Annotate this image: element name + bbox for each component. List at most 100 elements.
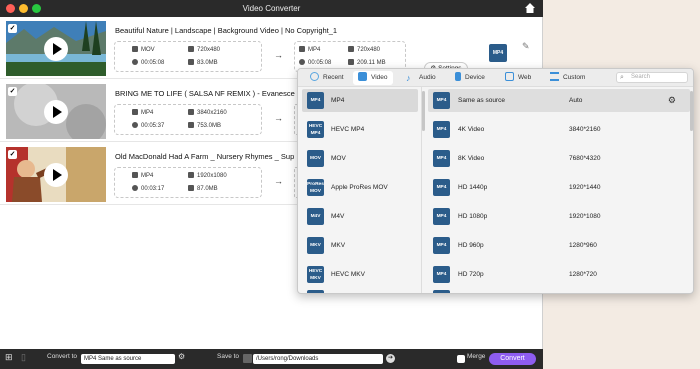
source-format: MP4 <box>132 172 153 179</box>
source-info: MP4 1920x1080 00:03:17 87.0MB <box>114 167 262 198</box>
preset-item[interactable]: MP4 HD 1080p 1920*1080 <box>428 205 690 228</box>
format-search-input[interactable]: Search <box>616 72 688 83</box>
source-resolution: 3840x2160 <box>188 109 227 116</box>
minimize-window-button[interactable] <box>19 4 28 13</box>
merge-checkbox[interactable] <box>457 355 465 363</box>
preset-list: MP4 Same as source Auto ⚙ MP4 4K Video 3840*2… <box>428 87 693 293</box>
film-icon <box>299 46 305 52</box>
zoom-window-button[interactable] <box>32 4 41 13</box>
file-size-icon <box>348 59 354 65</box>
tab-video[interactable]: Video <box>353 71 393 85</box>
source-info: MP4 3840x2160 00:05:37 753.0MB <box>114 104 262 135</box>
bottom-toolbar: ⊞ ▯ Convert to MP4 Same as source ⚙ Save… <box>0 349 543 369</box>
source-duration: 00:05:08 <box>132 59 164 66</box>
mp4-preset-icon: MP4 <box>433 92 450 109</box>
tab-audio[interactable]: ♪ Audio <box>402 71 440 85</box>
preset-item[interactable]: MP4 8K Video 7680*4320 <box>428 147 690 170</box>
output-format-badge[interactable]: MP4 <box>489 44 507 62</box>
video-thumbnail[interactable]: ✓ <box>6 147 106 202</box>
convert-to-select[interactable]: MP4 Same as source <box>81 354 175 364</box>
clock-icon <box>132 59 138 65</box>
preset-item[interactable]: MP4 HD 960p 1280*960 <box>428 234 690 257</box>
source-format: MP4 <box>132 109 153 116</box>
source-size: 753.0MB <box>188 122 221 129</box>
gear-icon[interactable]: ⚙ <box>668 89 676 112</box>
format-item[interactable]: MOV MOV <box>302 147 418 170</box>
mp4-preset-icon: MP4 <box>433 266 450 283</box>
close-window-button[interactable] <box>6 4 15 13</box>
video-title: Beautiful Nature | Landscape | Backgroun… <box>115 26 338 35</box>
preset-item[interactable]: MP4 HD 1440p 1920*1440 <box>428 176 690 199</box>
output-format: MP4 <box>299 46 320 53</box>
tab-web[interactable]: Web <box>501 71 535 85</box>
arrow-right-icon: → <box>274 113 283 123</box>
resolution-icon <box>188 172 194 178</box>
output-settings-gear-icon[interactable]: ⚙ <box>178 352 185 361</box>
resolution-icon <box>348 46 354 52</box>
select-checkbox[interactable]: ✓ <box>8 24 17 33</box>
clock-icon <box>299 59 305 65</box>
preset-item[interactable] <box>428 290 690 293</box>
video-title: Old MacDonald Had A Farm _ Nursery Rhyme… <box>115 152 295 161</box>
video-thumbnail[interactable]: ✓ <box>6 84 106 139</box>
play-icon[interactable] <box>44 100 68 124</box>
file-size-icon <box>188 185 194 191</box>
video-thumbnail[interactable]: ✓ <box>6 21 106 76</box>
play-icon[interactable] <box>44 37 68 61</box>
tab-recent[interactable]: Recent <box>306 71 348 85</box>
convert-to-label: Convert to <box>47 353 77 360</box>
arrow-right-icon: → <box>274 50 283 60</box>
preset-item[interactable]: MP4 Same as source Auto ⚙ <box>428 89 690 112</box>
select-checkbox[interactable]: ✓ <box>8 150 17 159</box>
clock-icon <box>132 185 138 191</box>
preset-item[interactable]: MP4 HD 720p 1280*720 <box>428 263 690 286</box>
mp4-preset-icon: MP4 <box>433 179 450 196</box>
folder-icon[interactable] <box>243 354 252 363</box>
format-list-scrollbar[interactable] <box>422 91 425 131</box>
edit-icon[interactable]: ✎ <box>522 41 530 52</box>
play-icon[interactable] <box>44 163 68 187</box>
tab-device[interactable]: Device <box>451 71 489 85</box>
mp4-preset-icon: MP4 <box>433 237 450 254</box>
video-icon <box>358 72 367 81</box>
clock-icon <box>132 122 138 128</box>
convert-button[interactable]: Convert <box>489 353 536 365</box>
preset-list-scrollbar[interactable] <box>690 91 693 131</box>
save-to-label: Save to <box>217 353 240 360</box>
open-folder-arrow-icon[interactable]: ➔ <box>386 354 395 363</box>
format-item[interactable]: HEVC MP4 HEVC MP4 <box>302 118 418 141</box>
mp4-preset-icon: MP4 <box>433 150 450 167</box>
tab-custom[interactable]: Custom <box>546 71 589 85</box>
format-item[interactable]: MP4 MP4 <box>302 89 418 112</box>
source-format: MOV <box>132 46 155 53</box>
format-item[interactable]: MKV MKV <box>302 234 418 257</box>
film-icon <box>132 46 138 52</box>
resolution-icon <box>188 109 194 115</box>
preset-item[interactable]: MP4 4K Video 3840*2160 <box>428 118 690 141</box>
format-item[interactable] <box>302 290 418 293</box>
file-size-icon <box>188 59 194 65</box>
format-list: MP4 MP4 HEVC MP4 HEVC MP4 MOV MOV ProRes MO… <box>298 87 422 293</box>
source-size: 87.0MB <box>188 185 218 192</box>
source-resolution: 720x480 <box>188 46 220 53</box>
source-info: MOV 720x480 00:05:08 83.0MB <box>114 41 262 72</box>
select-checkbox[interactable]: ✓ <box>8 87 17 96</box>
home-icon[interactable] <box>523 1 537 15</box>
format-item[interactable]: HEVC MKV HEVC MKV <box>302 263 418 286</box>
delete-icon[interactable]: ▯ <box>21 352 26 362</box>
format-panel: Recent Video ♪Audio Device Web Custom Se… <box>297 68 694 294</box>
source-duration: 00:03:17 <box>132 185 164 192</box>
add-file-icon[interactable]: ⊞ <box>5 352 13 362</box>
hevc-mp4-format-icon: HEVC MP4 <box>307 121 324 138</box>
format-item[interactable]: M4V M4V <box>302 205 418 228</box>
save-to-path[interactable]: /Users/rong/Downloads <box>253 354 383 364</box>
video-title: BRING ME TO LIFE ( SALSA NF REMIX ) - Ev… <box>115 89 295 98</box>
output-duration: 00:05:08 <box>299 59 331 66</box>
film-icon <box>132 172 138 178</box>
preset-icon <box>433 290 450 293</box>
film-icon <box>132 109 138 115</box>
recent-icon <box>310 72 319 81</box>
mp4-format-icon: MP4 <box>307 92 324 109</box>
mov-format-icon: MOV <box>307 150 324 167</box>
format-item[interactable]: ProRes MOV Apple ProRes MOV <box>302 176 418 199</box>
